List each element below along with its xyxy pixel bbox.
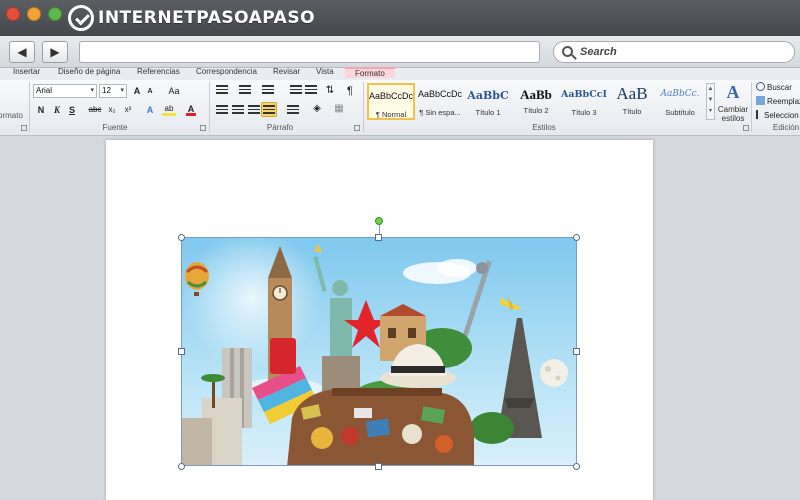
shading-icon[interactable]: ◈ — [310, 102, 324, 116]
resize-handle-bottom[interactable] — [375, 462, 382, 470]
resize-handle-right[interactable] — [572, 347, 580, 355]
rotate-handle[interactable] — [375, 217, 383, 225]
resize-handle-top[interactable] — [375, 233, 382, 241]
style-subtitle[interactable]: AaBbCc. Subtítulo — [656, 83, 704, 120]
style-title[interactable]: AaB Título — [608, 83, 656, 120]
font-launcher[interactable] — [200, 125, 206, 131]
search-icon — [562, 46, 573, 57]
find-button[interactable]: Buscar — [756, 82, 792, 92]
align-right-icon[interactable] — [248, 105, 260, 115]
travel-collage-image[interactable] — [181, 237, 577, 466]
show-marks-button[interactable]: ¶ — [344, 84, 356, 98]
tab-insertar[interactable]: Insertar — [13, 67, 40, 76]
tab-referencias[interactable]: Referencias — [137, 67, 180, 76]
multilevel-list-icon[interactable] — [262, 85, 274, 95]
tab-revisar[interactable]: Revisar — [273, 67, 300, 76]
resize-handle-top-left[interactable] — [177, 233, 185, 241]
address-bar[interactable] — [79, 41, 540, 63]
decrease-indent-icon[interactable] — [290, 85, 302, 95]
paragraph-launcher[interactable] — [354, 125, 360, 131]
strikethrough-button[interactable]: abc — [88, 103, 102, 117]
formato-launcher[interactable] — [21, 125, 27, 131]
font-group-label: Fuente — [102, 123, 128, 132]
logo-check-icon — [68, 5, 94, 31]
styles-group-label: Estilos — [532, 123, 556, 132]
resize-handle-left[interactable] — [177, 347, 185, 355]
justify-icon[interactable] — [263, 105, 275, 115]
binoculars-icon — [756, 82, 765, 91]
grow-font-button[interactable]: A — [131, 84, 143, 98]
font-name-dropdown[interactable]: Arial — [33, 84, 97, 98]
replace-button[interactable]: Reemplaz — [756, 96, 800, 106]
paragraph-group-label: Párrafo — [266, 123, 294, 132]
ribbon-tabs: Insertar Diseño de página Referencias Co… — [0, 67, 800, 80]
subscript-button[interactable]: x₂ — [106, 103, 118, 117]
close-window-button[interactable] — [6, 7, 20, 21]
style-heading-1[interactable]: AaBbC Título 1 — [464, 83, 512, 120]
bullets-icon[interactable] — [216, 85, 228, 95]
back-button[interactable]: ◀ — [9, 41, 35, 63]
style-normal[interactable]: AaBbCcDc ¶ Normal — [367, 83, 415, 120]
browser-titlebar: INTERNETPASOAPASO — [0, 0, 800, 36]
tab-vista[interactable]: Vista — [316, 67, 334, 76]
formato-group-label: ormato — [0, 111, 23, 120]
change-case-button[interactable]: Aa — [166, 84, 182, 98]
superscript-button[interactable]: x² — [122, 103, 134, 117]
borders-icon[interactable]: ▦ — [332, 102, 346, 116]
highlight-button[interactable]: ab — [162, 102, 176, 116]
sort-icon[interactable]: ⇅ — [324, 84, 336, 98]
line-spacing-icon[interactable] — [287, 105, 299, 115]
style-heading-3[interactable]: AaBbCcI Título 3 — [560, 83, 608, 120]
align-left-icon[interactable] — [216, 105, 228, 115]
minimize-window-button[interactable] — [27, 7, 41, 21]
italic-button[interactable]: K — [52, 103, 62, 117]
align-center-icon[interactable] — [232, 105, 244, 115]
style-no-spacing[interactable]: AaBbCcDc ¶ Sin espa... — [416, 83, 464, 120]
text-effects-button[interactable]: A — [144, 103, 156, 117]
font-size-dropdown[interactable]: 12 — [99, 84, 127, 98]
resize-handle-bottom-right[interactable] — [572, 462, 580, 470]
underline-button[interactable]: S — [67, 103, 77, 117]
font-color-button[interactable]: A — [186, 102, 196, 116]
tab-formato[interactable]: Formato — [345, 67, 395, 78]
tab-diseno-pagina[interactable]: Diseño de página — [58, 67, 120, 76]
search-input[interactable]: Search — [553, 41, 795, 63]
travel-collage-illustration — [182, 238, 576, 465]
change-styles-icon[interactable]: A — [721, 82, 745, 104]
bold-button[interactable]: N — [36, 103, 46, 117]
logo-text: INTERNETPASOAPASO — [98, 8, 316, 28]
numbering-icon[interactable] — [239, 85, 251, 95]
site-logo: INTERNETPASOAPASO — [68, 4, 315, 32]
browser-toolbar: ◀ ▶ Search — [0, 36, 800, 68]
resize-handle-bottom-left[interactable] — [177, 462, 185, 470]
change-styles-button[interactable]: Cambiar estilos — [714, 105, 752, 123]
shrink-font-button[interactable]: A — [145, 85, 155, 99]
resize-handle-top-right[interactable] — [572, 233, 580, 241]
editing-group-label: Edición — [772, 123, 800, 132]
select-button[interactable]: Seleccion — [756, 110, 799, 120]
replace-icon — [756, 96, 765, 105]
style-heading-2[interactable]: AaBb Título 2 — [512, 83, 560, 120]
increase-indent-icon[interactable] — [305, 85, 317, 95]
maximize-window-button[interactable] — [48, 7, 62, 21]
forward-button[interactable]: ▶ — [42, 41, 68, 63]
cursor-icon — [756, 110, 762, 119]
ribbon: ormato Arial 12 A A Aa N K S abc x₂ x² A… — [0, 80, 800, 136]
tab-correspondencia[interactable]: Correspondencia — [196, 67, 257, 76]
styles-launcher[interactable] — [743, 125, 749, 131]
